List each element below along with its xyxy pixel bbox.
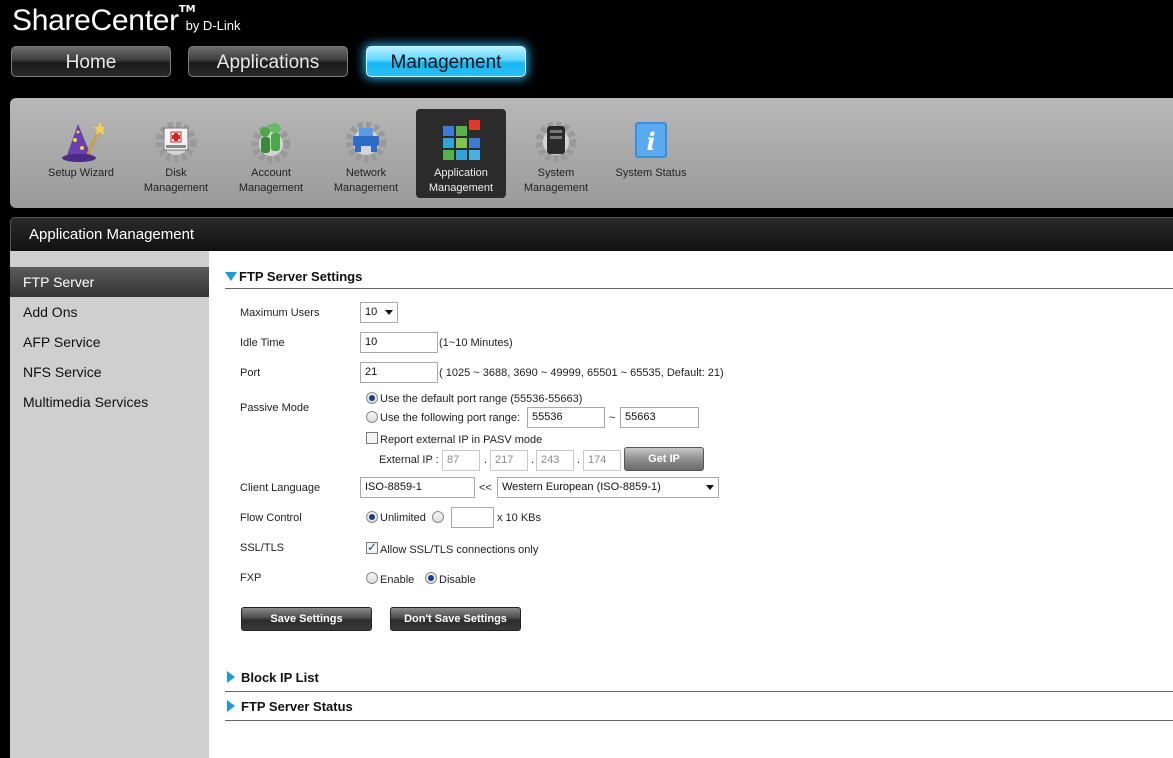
- tab-management[interactable]: Management: [366, 46, 526, 77]
- system-status-icon: i: [628, 118, 674, 164]
- tool-label: System Status: [615, 167, 687, 179]
- ssl-label: SSL/TLS: [240, 542, 285, 554]
- content-area: FTP Server Settings Maximum Users 10 Idl…: [209, 251, 1173, 758]
- tool-label: Account Management: [238, 167, 304, 194]
- block-ip-list-section-header[interactable]: Block IP List: [225, 670, 1173, 692]
- sidebar-item-add-ons[interactable]: Add Ons: [10, 297, 209, 327]
- section-title: Block IP List: [241, 670, 319, 685]
- tool-label: Disk Management: [143, 167, 209, 194]
- flow-limit-radio[interactable]: [432, 511, 444, 523]
- report-ip-checkbox[interactable]: [366, 432, 378, 444]
- language-arrow-sep: <<: [479, 482, 492, 494]
- idle-time-label: Idle Time: [240, 337, 285, 349]
- expanded-arrow-icon: [225, 272, 237, 281]
- report-ip-label: Report external IP in PASV mode: [380, 434, 543, 446]
- flow-unlimited-radio[interactable]: [366, 511, 378, 523]
- tool-disk-management[interactable]: Disk Management: [131, 109, 221, 198]
- system-management-icon: [533, 118, 579, 164]
- tool-label: System Management: [523, 167, 589, 194]
- application-management-icon: [438, 118, 484, 164]
- dropdown-arrow-icon: [385, 310, 393, 315]
- sidebar-item-multimedia-services[interactable]: Multimedia Services: [10, 387, 209, 417]
- external-ip-octet-3[interactable]: 243: [536, 450, 574, 471]
- get-ip-button[interactable]: Get IP: [624, 447, 704, 471]
- external-ip-label: External IP :: [379, 454, 439, 466]
- max-users-select[interactable]: 10: [360, 302, 398, 323]
- brand-logo: ShareCenterTM by D-Link: [12, 4, 241, 38]
- passive-default-label: Use the default port range (55536-55663): [380, 393, 583, 405]
- fxp-disable-label: Disable: [439, 574, 476, 586]
- passive-range-to-input[interactable]: 55663: [620, 407, 699, 428]
- tab-applications[interactable]: Applications: [188, 46, 348, 77]
- idle-time-hint: (1~10 Minutes): [439, 337, 513, 349]
- ip-dot: .: [484, 454, 488, 466]
- port-hint: ( 1025 ~ 3688, 3690 ~ 49999, 65501 ~ 655…: [439, 367, 724, 379]
- fxp-enable-label: Enable: [380, 574, 415, 586]
- sidebar-item-ftp-server[interactable]: FTP Server: [10, 267, 209, 297]
- svg-text:i: i: [646, 127, 655, 156]
- dont-save-settings-button[interactable]: Don't Save Settings: [390, 607, 521, 631]
- ssl-checkbox[interactable]: [366, 540, 378, 554]
- collapsed-arrow-icon: [227, 700, 235, 712]
- passive-mode-label: Passive Mode: [240, 402, 310, 414]
- client-language-label: Client Language: [240, 482, 321, 494]
- sidebar: FTP Server Add Ons AFP Service NFS Servi…: [10, 251, 209, 758]
- dropdown-arrow-icon: [706, 485, 714, 490]
- tool-network-management[interactable]: Network Management: [321, 109, 411, 198]
- ssl-option-label: Allow SSL/TLS connections only: [380, 544, 539, 556]
- ip-dot: .: [577, 454, 581, 466]
- save-settings-button[interactable]: Save Settings: [241, 607, 372, 631]
- idle-time-input[interactable]: 10: [360, 332, 438, 353]
- wizard-icon: [58, 118, 107, 164]
- fxp-label: FXP: [240, 572, 262, 584]
- ftp-server-status-section-header[interactable]: FTP Server Status: [225, 699, 1173, 721]
- passive-custom-radio[interactable]: [366, 411, 378, 423]
- client-language-input[interactable]: ISO-8859-1: [360, 477, 475, 498]
- tool-application-management[interactable]: Application Management: [416, 109, 506, 198]
- app-header: ShareCenterTM by D-Link Home Applications…: [0, 0, 1173, 90]
- ftp-settings-section-header[interactable]: FTP Server Settings: [225, 269, 1173, 289]
- sidebar-item-afp-service[interactable]: AFP Service: [10, 327, 209, 357]
- tool-system-management[interactable]: System Management: [511, 109, 601, 198]
- external-ip-octet-2[interactable]: 217: [490, 450, 528, 471]
- tool-setup-wizard[interactable]: Setup Wizard: [36, 109, 126, 198]
- ip-dot: .: [531, 454, 535, 466]
- client-language-select[interactable]: Western European (ISO-8859-1): [497, 477, 719, 498]
- collapsed-arrow-icon: [227, 671, 235, 683]
- network-management-icon: [343, 118, 389, 164]
- external-ip-octet-4[interactable]: 174: [583, 450, 621, 471]
- section-title: FTP Server Status: [241, 699, 353, 714]
- management-toolbar: Setup Wizard Disk Management Account Man…: [10, 98, 1173, 208]
- range-separator: ~: [609, 412, 616, 424]
- tool-label: Application Management: [428, 167, 494, 194]
- account-management-icon: [248, 118, 294, 164]
- port-label: Port: [240, 367, 261, 379]
- tab-home[interactable]: Home: [11, 46, 171, 77]
- flow-limit-input[interactable]: [451, 507, 494, 528]
- client-language-selected: Western European (ISO-8859-1): [502, 481, 661, 493]
- section-title: FTP Server Settings: [239, 269, 363, 284]
- flow-control-label: Flow Control: [240, 512, 302, 524]
- fxp-enable-radio[interactable]: [366, 572, 378, 584]
- tool-label: Network Management: [333, 167, 399, 194]
- max-users-value: 10: [365, 306, 378, 318]
- fxp-disable-radio[interactable]: [425, 572, 437, 584]
- brand-by: by D-Link: [185, 18, 241, 33]
- passive-custom-label: Use the following port range:: [380, 412, 521, 424]
- tool-system-status[interactable]: i System Status: [606, 109, 696, 198]
- sidebar-item-nfs-service[interactable]: NFS Service: [10, 357, 209, 387]
- passive-default-radio[interactable]: [366, 392, 378, 404]
- port-input[interactable]: 21: [360, 362, 438, 383]
- brand-name: ShareCenter: [12, 4, 179, 37]
- panel-title: Application Management: [10, 217, 1173, 251]
- flow-unit: x 10 KBs: [497, 512, 542, 524]
- external-ip-octet-1[interactable]: 87: [442, 450, 480, 471]
- disk-management-icon: [153, 118, 199, 164]
- max-users-label: Maximum Users: [240, 307, 320, 319]
- tool-account-management[interactable]: Account Management: [226, 109, 316, 198]
- flow-unlimited-label: Unlimited: [380, 512, 426, 524]
- brand-tm: TM: [178, 4, 196, 15]
- tool-label: Setup Wizard: [47, 167, 115, 179]
- passive-range-from-input[interactable]: 55536: [527, 407, 605, 428]
